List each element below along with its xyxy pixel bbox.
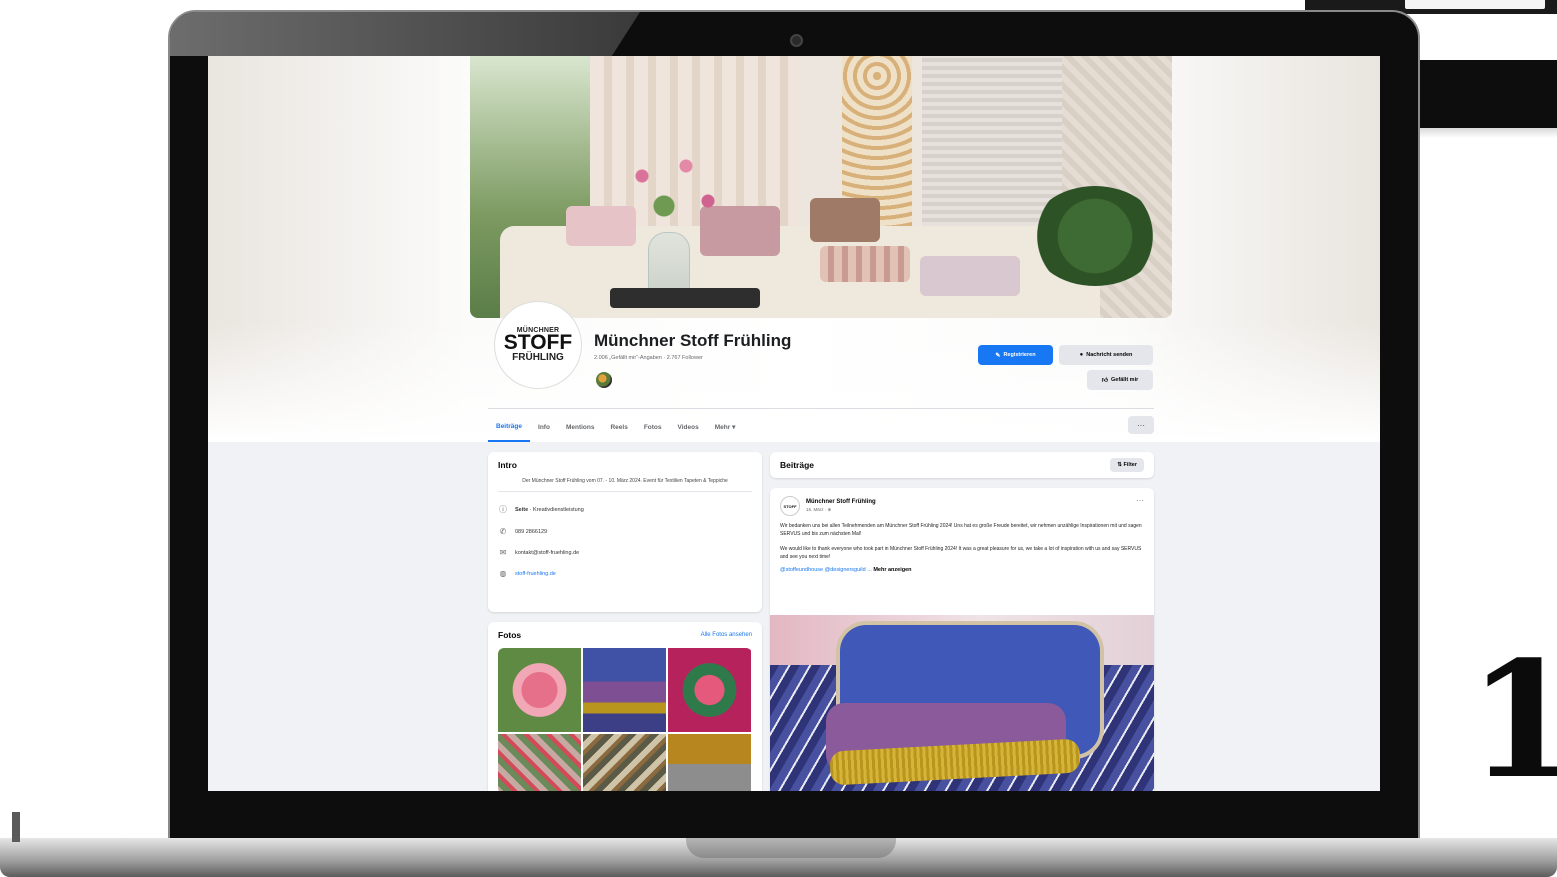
intro-row-category: ⓘ Seite · Kreativdienstleistung [499,505,584,514]
background-monitor-bar [1420,60,1557,128]
page-stats[interactable]: 2.006 „Gefällt mir“-Angaben · 2.767 Foll… [594,355,703,361]
webcam [790,34,803,47]
intro-title: Intro [498,460,517,470]
tab-mentions[interactable]: Mentions [558,412,603,442]
phone-icon: ✆ [499,527,507,536]
photos-card: Fotos Alle Fotos ansehen [488,622,762,791]
post-text-german: Wir bedanken uns bei allen Teilnehmenden… [780,523,1142,537]
post-author[interactable]: Münchner Stoff Frühling [806,499,876,505]
posts-header: Beiträge ⇅ Filter [770,452,1154,478]
photo-thumbnail[interactable] [668,734,751,791]
tab-reels[interactable]: Reels [602,412,635,442]
tab-videos[interactable]: Videos [670,412,707,442]
background-glyph: 15 [1468,626,1557,814]
info-icon: ⓘ [499,505,507,514]
post-author-avatar[interactable]: STOFF [780,496,800,516]
photo-thumbnail[interactable] [583,734,666,791]
post-image[interactable] [770,615,1154,791]
tab-more[interactable]: Mehr ▾ [707,412,744,442]
cover-photo[interactable] [470,56,1172,318]
post-options-icon[interactable]: ··· [1136,496,1144,505]
post-tags: @stoffeundhouse @designersguild ... Mehr… [780,567,912,573]
pencil-icon: ✎ [995,352,1001,359]
intro-row-email: ✉ kontakt@stoff-fruehling.de [499,548,580,557]
page-tabs: Beiträge Info Mentions Reels Fotos Video… [488,412,1154,442]
intro-bio: Der Münchner Stoff Frühling vom 07. - 10… [498,477,752,492]
laptop-screen: MÜNCHNER STOFF FRÜHLING Münchner Stoff F… [208,56,1380,791]
photo-grid [498,648,752,791]
post-text-english: We would like to thank everyone who took… [780,546,1142,560]
mail-icon: ✉ [499,548,507,557]
thumbs-up-icon: 👍︎ [1101,378,1109,384]
intro-row-phone: ✆ 089 2866129 [499,527,548,536]
page-avatar[interactable]: MÜNCHNER STOFF FRÜHLING [495,302,581,388]
post-card: STOFF Münchner Stoff Frühling 15. März ·… [770,488,1154,791]
photo-thumbnail[interactable] [583,648,666,732]
photo-thumbnail[interactable] [498,648,581,732]
follower-avatar[interactable] [596,372,612,388]
tab-info[interactable]: Info [530,412,558,442]
tab-photos[interactable]: Fotos [636,412,670,442]
see-more-link[interactable]: Mehr anzeigen [873,567,911,573]
photo-thumbnail[interactable] [498,734,581,791]
photo-thumbnail[interactable] [668,648,751,732]
globe-icon: ◍ [499,569,507,578]
messenger-icon: ● [1079,352,1084,358]
page-title[interactable]: Münchner Stoff Frühling [594,331,791,351]
intro-row-website: ◍ stoff-fruehling.de [499,569,556,578]
filter-button[interactable]: ⇅ Filter [1110,458,1144,472]
send-message-button[interactable]: ● Nachricht senden [1059,345,1153,365]
tab-posts[interactable]: Beiträge [488,412,531,442]
intro-card: Intro Der Münchner Stoff Frühling vom 07… [488,452,762,612]
register-button[interactable]: ✎ Registrieren [978,345,1053,365]
more-options-button[interactable]: ··· [1128,416,1154,434]
like-button[interactable]: 👍︎ Gefällt mir [1087,370,1153,390]
photos-title: Fotos [498,630,522,640]
scene: 15 MÜNCHNER STOFF FRÜHLING [0,0,1557,877]
see-all-photos-link[interactable]: Alle Fotos ansehen [701,632,752,638]
laptop-notch [686,838,896,858]
posts-title: Beiträge [780,460,815,470]
post-timestamp[interactable]: 15. März · ⊕ [806,507,876,513]
